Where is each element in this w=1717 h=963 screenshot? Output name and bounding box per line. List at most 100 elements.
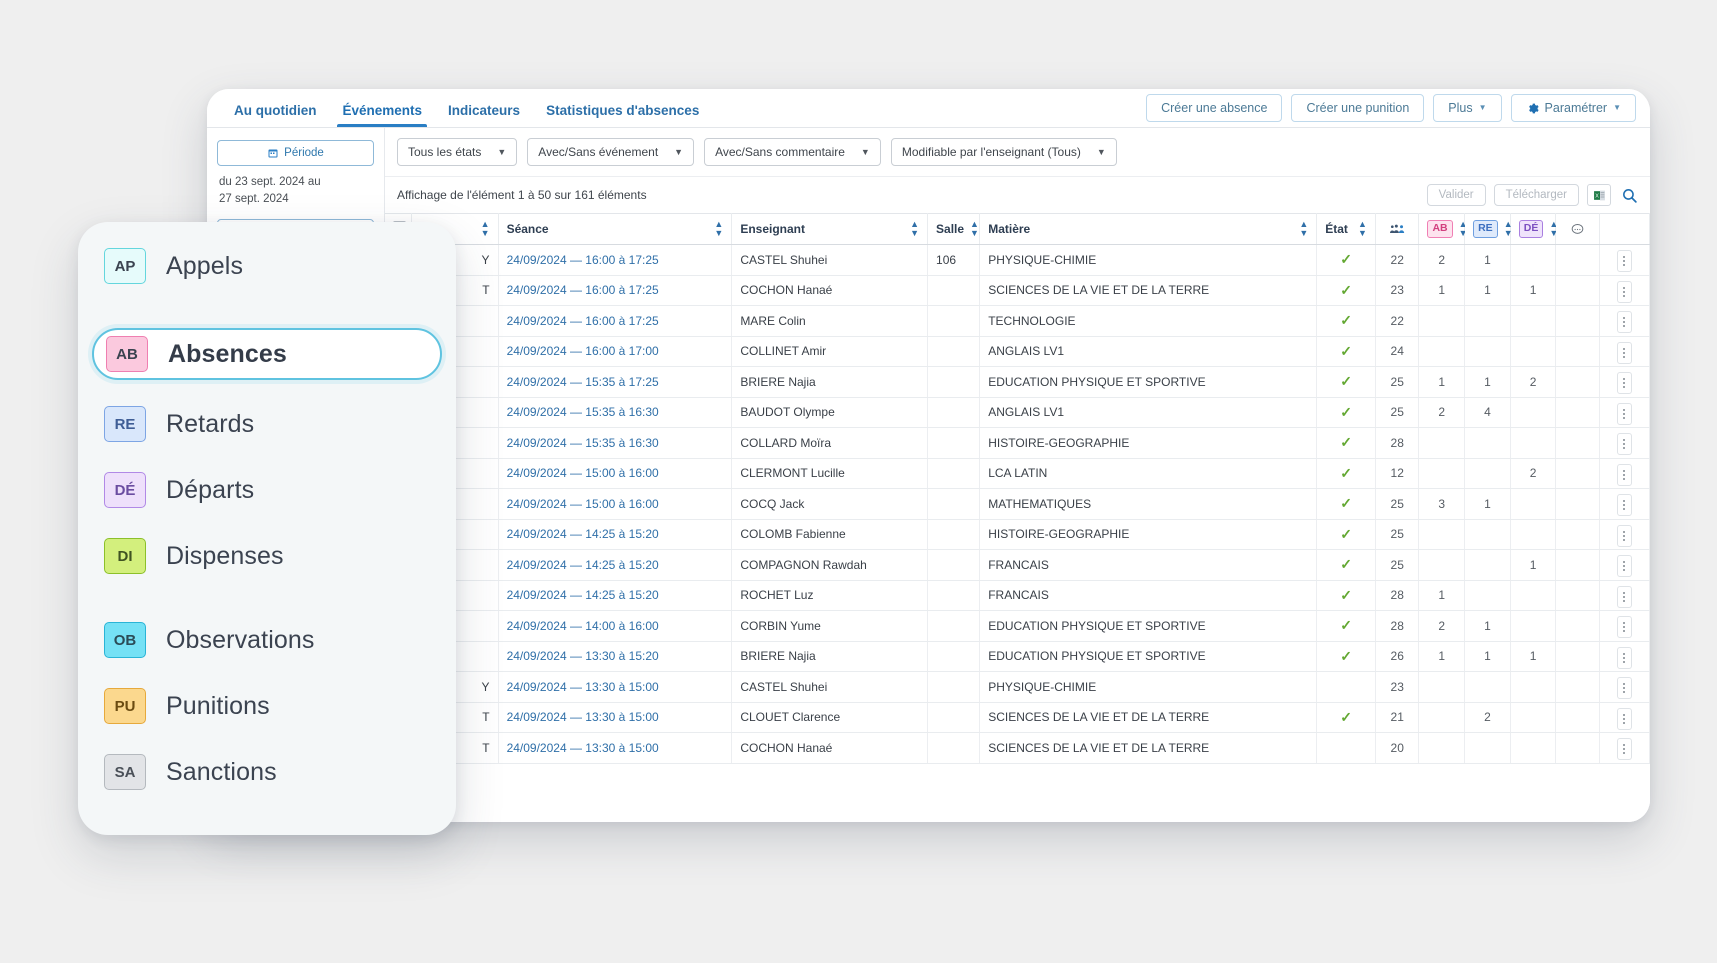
cell-seance[interactable]: 24/09/2024 — 15:35 à 16:30 [498, 427, 733, 459]
cell-seance[interactable]: 24/09/2024 — 14:25 à 15:20 [498, 580, 733, 611]
sort-icon[interactable]: ▲ ▼ [481, 220, 490, 237]
sort-icon[interactable]: ▲ ▼ [714, 220, 723, 237]
cell-seance[interactable]: 24/09/2024 — 13:30 à 15:00 [498, 732, 733, 764]
row-menu-icon[interactable] [1616, 402, 1632, 425]
table-row[interactable]: T 24/09/2024 — 13:30 à 15:00 COCHON Hanaé S… [385, 732, 1650, 764]
overlay-item-retards[interactable]: RE Retards [78, 402, 456, 446]
row-menu-icon[interactable] [1616, 341, 1632, 364]
create-absence-button[interactable]: Créer une absence [1146, 94, 1283, 122]
overlay-item-appels[interactable]: AP Appels [78, 244, 456, 288]
excel-export-button[interactable]: X [1587, 184, 1611, 206]
more-button[interactable]: Plus ▼ [1433, 94, 1502, 122]
table-row[interactable]: 24/09/2024 — 14:25 à 15:20 COLOMB Fabienn… [385, 519, 1650, 550]
th-departs[interactable]: DÉ ▲ ▼ [1510, 213, 1558, 245]
row-menu-icon[interactable] [1616, 280, 1632, 303]
cell-actions[interactable] [1599, 641, 1650, 672]
row-menu-icon[interactable] [1616, 707, 1632, 730]
search-icon[interactable] [1621, 187, 1638, 204]
sort-icon[interactable]: ▲ ▼ [910, 220, 919, 237]
th-enseignant[interactable]: Enseignant ▲ ▼ [731, 213, 929, 245]
tab-au-quotidien[interactable]: Au quotidien [221, 103, 329, 127]
row-menu-icon[interactable] [1616, 311, 1632, 334]
cell-actions[interactable] [1599, 366, 1650, 398]
overlay-item-punitions[interactable]: PU Punitions [78, 684, 456, 728]
row-menu-icon[interactable] [1616, 738, 1632, 761]
cell-seance[interactable]: 24/09/2024 — 16:00 à 17:25 [498, 275, 733, 306]
th-salle[interactable]: Salle ▲ ▼ [927, 213, 981, 245]
table-row[interactable]: 24/09/2024 — 15:00 à 16:00 COCQ Jack MATHE… [385, 488, 1650, 520]
row-menu-icon[interactable] [1616, 372, 1632, 395]
cell-actions[interactable] [1599, 610, 1650, 642]
row-menu-icon[interactable] [1616, 433, 1632, 456]
th-absences[interactable]: AB ▲ ▼ [1418, 213, 1468, 245]
cell-seance[interactable]: 24/09/2024 — 15:00 à 16:00 [498, 458, 733, 489]
cell-seance[interactable]: 24/09/2024 — 15:00 à 16:00 [498, 488, 733, 520]
filter-commentaire[interactable]: Avec/Sans commentaire ▼ [704, 138, 881, 166]
sort-icon[interactable]: ▲ ▼ [1358, 220, 1367, 237]
cell-actions[interactable] [1599, 549, 1650, 581]
cell-actions[interactable] [1599, 732, 1650, 764]
period-button[interactable]: Période [217, 140, 374, 166]
cell-actions[interactable] [1599, 427, 1650, 459]
row-menu-icon[interactable] [1616, 646, 1632, 669]
table-row[interactable]: 24/09/2024 — 16:00 à 17:25 MARE Colin TECH… [385, 305, 1650, 337]
cell-actions[interactable] [1599, 580, 1650, 611]
cell-actions[interactable] [1599, 275, 1650, 306]
tab-statistiques-absences[interactable]: Statistiques d'absences [533, 103, 712, 127]
events-table-container[interactable]: ▲ ▼ Séance ▲ ▼ Enseignant ▲ ▼ Salle ▲ ▼ Matière… [385, 213, 1650, 822]
row-menu-icon[interactable] [1616, 555, 1632, 578]
cell-actions[interactable] [1599, 488, 1650, 520]
create-punition-button[interactable]: Créer une punition [1291, 94, 1425, 122]
row-menu-icon[interactable] [1616, 677, 1632, 700]
cell-seance[interactable]: 24/09/2024 — 16:00 à 17:00 [498, 336, 733, 367]
table-row[interactable]: T 24/09/2024 — 13:30 à 15:00 CLOUET Claren… [385, 702, 1650, 733]
table-row[interactable]: 24/09/2024 — 15:35 à 16:30 COLLARD Moïra H… [385, 427, 1650, 459]
tab-indicateurs[interactable]: Indicateurs [435, 103, 533, 127]
table-row[interactable]: 24/09/2024 — 13:30 à 15:20 BRIERE Najia ED… [385, 641, 1650, 672]
cell-seance[interactable]: 24/09/2024 — 13:30 à 15:00 [498, 671, 733, 703]
cell-seance[interactable]: 24/09/2024 — 16:00 à 17:25 [498, 305, 733, 337]
row-menu-icon[interactable] [1616, 585, 1632, 608]
table-row[interactable]: 24/09/2024 — 15:35 à 17:25 BRIERE Najia ED… [385, 366, 1650, 398]
row-menu-icon[interactable] [1616, 494, 1632, 517]
filter-etats[interactable]: Tous les états ▼ [397, 138, 518, 166]
row-menu-icon[interactable] [1616, 616, 1632, 639]
th-matiere[interactable]: Matière ▲ ▼ [979, 213, 1318, 245]
cell-actions[interactable] [1599, 671, 1650, 703]
table-row[interactable]: 24/09/2024 — 14:25 à 15:20 COMPAGNON Rawd… [385, 549, 1650, 581]
filter-evenement[interactable]: Avec/Sans événement ▼ [527, 138, 695, 166]
tab-evenements[interactable]: Événements [329, 103, 435, 127]
table-row[interactable]: 24/09/2024 — 16:00 à 17:00 COLLINET Amir A… [385, 336, 1650, 367]
overlay-item-sanctions[interactable]: SA Sanctions [78, 750, 456, 794]
table-row[interactable]: 24/09/2024 — 15:35 à 16:30 BAUDOT Olympe A… [385, 397, 1650, 428]
cell-seance[interactable]: 24/09/2024 — 14:00 à 16:00 [498, 610, 733, 642]
cell-seance[interactable]: 24/09/2024 — 14:25 à 15:20 [498, 549, 733, 581]
th-etat[interactable]: État ▲ ▼ [1316, 213, 1376, 245]
table-row[interactable]: Y 24/09/2024 — 13:30 à 15:00 CASTEL Shuhei… [385, 671, 1650, 703]
table-row[interactable]: T 24/09/2024 — 16:00 à 17:25 COCHON Hanaé S… [385, 275, 1650, 306]
cell-seance[interactable]: 24/09/2024 — 14:25 à 15:20 [498, 519, 733, 550]
table-row[interactable]: 24/09/2024 — 14:25 à 15:20 ROCHET Luz FRAN… [385, 580, 1650, 611]
row-menu-icon[interactable] [1616, 463, 1632, 486]
table-row[interactable]: 24/09/2024 — 15:00 à 16:00 CLERMONT Lucil… [385, 458, 1650, 489]
settings-button[interactable]: Paramétrer ▼ [1510, 94, 1636, 122]
table-row[interactable]: 24/09/2024 — 14:00 à 16:00 CORBIN Yume EDU… [385, 610, 1650, 642]
cell-actions[interactable] [1599, 519, 1650, 550]
overlay-item-absences[interactable]: AB Absences [92, 328, 442, 380]
cell-seance[interactable]: 24/09/2024 — 15:35 à 17:25 [498, 366, 733, 398]
overlay-item-dispenses[interactable]: DI Dispenses [78, 534, 456, 578]
sort-icon[interactable]: ▲ ▼ [1299, 220, 1308, 237]
cell-seance[interactable]: 24/09/2024 — 16:00 à 17:25 [498, 244, 733, 276]
th-seance[interactable]: Séance ▲ ▼ [498, 213, 733, 245]
cell-seance[interactable]: 24/09/2024 — 13:30 à 15:20 [498, 641, 733, 672]
cell-actions[interactable] [1599, 336, 1650, 367]
cell-seance[interactable]: 24/09/2024 — 13:30 à 15:00 [498, 702, 733, 733]
cell-seance[interactable]: 24/09/2024 — 15:35 à 16:30 [498, 397, 733, 428]
cell-actions[interactable] [1599, 244, 1650, 276]
cell-actions[interactable] [1599, 397, 1650, 428]
cell-actions[interactable] [1599, 702, 1650, 733]
row-menu-icon[interactable] [1616, 250, 1632, 273]
sort-icon[interactable]: ▲ ▼ [970, 220, 979, 237]
table-row[interactable]: Y 24/09/2024 — 16:00 à 17:25 CASTEL Shuhei… [385, 244, 1650, 276]
filter-modifiable-enseignant[interactable]: Modifiable par l'enseignant (Tous) ▼ [890, 138, 1117, 166]
